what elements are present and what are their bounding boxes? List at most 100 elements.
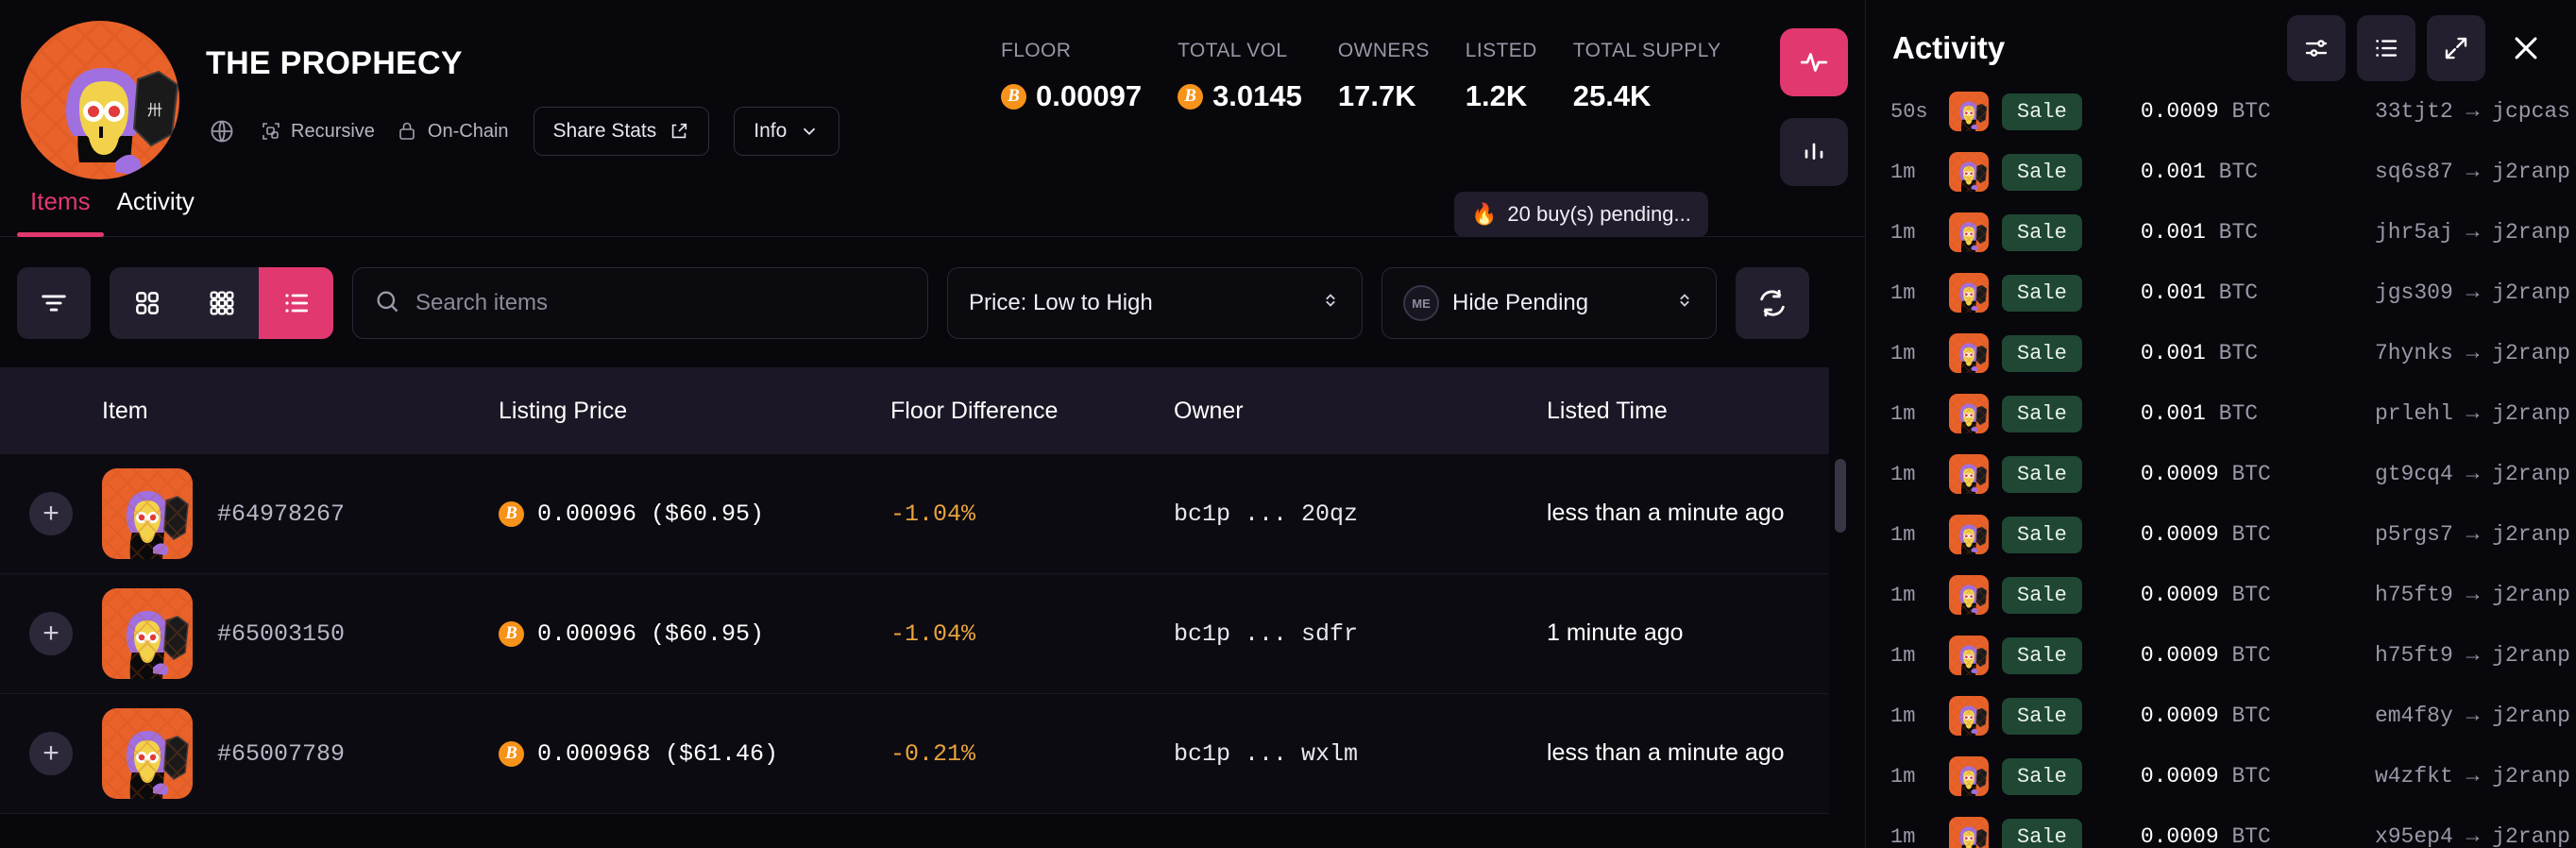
activity-transfer[interactable]: 33tjt2 → jcpcas xyxy=(2375,99,2570,124)
refresh-button[interactable] xyxy=(1736,267,1809,339)
activity-list: 50s Sale0.0009 BTC33tjt2 → jcpcas1m Sale… xyxy=(1866,81,2576,848)
activity-row[interactable]: 1m Sale0.0009 BTCh75ft9 → j2ranp xyxy=(1866,625,2576,686)
share-stats-button[interactable]: Share Stats xyxy=(534,107,710,156)
activity-settings-button[interactable] xyxy=(2287,15,2346,81)
info-button[interactable]: Info xyxy=(734,107,839,156)
pending-filter-select[interactable]: ME Hide Pending xyxy=(1381,267,1717,339)
activity-close-button[interactable] xyxy=(2497,15,2555,81)
activity-transfer[interactable]: h75ft9 → j2ranp xyxy=(2375,643,2570,668)
table-row[interactable]: + xyxy=(0,454,1829,574)
activity-row[interactable]: 1m Sale0.001 BTCsq6s87 → j2ranp xyxy=(1866,142,2576,202)
listing-price-cell: B 0.00096 ($60.95) xyxy=(499,620,890,648)
lock-icon xyxy=(396,120,419,144)
activity-list-button[interactable] xyxy=(2357,15,2415,81)
plus-icon[interactable]: + xyxy=(29,612,73,655)
item-id[interactable]: #65003150 xyxy=(217,620,345,648)
table-row[interactable]: + xyxy=(0,694,1829,814)
collection-title: THE PROPHECY xyxy=(206,45,839,82)
view-list-button[interactable] xyxy=(259,267,333,339)
activity-row[interactable]: 1m Sale0.001 BTC7hynks → j2ranp xyxy=(1866,323,2576,383)
column-header-listing-price: Listing Price xyxy=(499,398,890,425)
owner-value[interactable]: bc1p ... sdfr xyxy=(1174,620,1547,648)
activity-transfer[interactable]: jgs309 → j2ranp xyxy=(2375,280,2570,305)
item-id[interactable]: #65007789 xyxy=(217,740,345,768)
activity-row[interactable]: 1m Sale0.0009 BTCgt9cq4 → j2ranp xyxy=(1866,444,2576,504)
activity-currency: BTC xyxy=(2219,160,2258,184)
activity-row[interactable]: 1m Sale0.001 BTCjhr5aj → j2ranp xyxy=(1866,202,2576,263)
share-icon xyxy=(669,121,689,142)
filter-button[interactable] xyxy=(17,267,91,339)
bar-chart-button[interactable] xyxy=(1780,118,1848,186)
item-cell: #65003150 xyxy=(102,588,499,679)
activity-currency: BTC xyxy=(2231,462,2270,486)
info-label: Info xyxy=(754,120,787,143)
activity-transfer[interactable]: 7hynks → j2ranp xyxy=(2375,341,2570,365)
activity-thumbnail xyxy=(1949,696,1989,736)
activity-type-badge: Sale xyxy=(2002,577,2082,614)
activity-transfer[interactable]: jhr5aj → j2ranp xyxy=(2375,220,2570,245)
activity-type-badge: Sale xyxy=(2002,275,2082,312)
listed-time-value: 1 minute ago xyxy=(1547,617,1829,651)
activity-row[interactable]: 1m Sale0.0009 BTCw4zfkt → j2ranp xyxy=(1866,746,2576,806)
activity-transfer[interactable]: sq6s87 → j2ranp xyxy=(2375,160,2570,184)
sort-select[interactable]: Price: Low to High xyxy=(947,267,1363,339)
view-grid-large-button[interactable] xyxy=(110,267,184,339)
activity-row[interactable]: 50s Sale0.0009 BTC33tjt2 → jcpcas xyxy=(1866,81,2576,142)
activity-time: 1m xyxy=(1890,825,1943,848)
activity-transfer[interactable]: p5rgs7 → j2ranp xyxy=(2375,522,2570,547)
activity-pulse-button[interactable] xyxy=(1780,28,1848,96)
activity-transfer[interactable]: gt9cq4 → j2ranp xyxy=(2375,462,2570,486)
stat-owners-value: 17.7K xyxy=(1338,79,1430,113)
search-box[interactable] xyxy=(352,267,928,339)
grid-large-icon xyxy=(132,288,162,318)
table-scrollbar[interactable] xyxy=(1835,459,1846,533)
activity-currency: BTC xyxy=(2231,583,2270,607)
tab-items[interactable]: Items xyxy=(17,187,104,237)
listing-price-value: 0.00096 ($60.95) xyxy=(537,620,764,648)
chevron-down-icon xyxy=(799,121,820,142)
collection-header: 卅 THE PROPHECY xyxy=(0,0,1865,187)
search-input[interactable] xyxy=(415,290,907,316)
owner-value[interactable]: bc1p ... 20qz xyxy=(1174,500,1547,528)
activity-thumbnail xyxy=(1949,817,1989,848)
owner-value[interactable]: bc1p ... wxlm xyxy=(1174,740,1547,768)
stat-total-vol-value: 3.0145 xyxy=(1212,79,1302,113)
activity-currency: BTC xyxy=(2219,280,2258,305)
globe-icon[interactable] xyxy=(206,115,238,147)
search-icon xyxy=(374,288,400,319)
activity-expand-button[interactable] xyxy=(2427,15,2485,81)
table-row[interactable]: + xyxy=(0,574,1829,694)
column-header-listed-time: Listed Time xyxy=(1547,398,1829,425)
activity-row[interactable]: 1m Sale0.0009 BTCem4f8y → j2ranp xyxy=(1866,686,2576,746)
activity-transfer[interactable]: w4zfkt → j2ranp xyxy=(2375,764,2570,789)
items-table-wrapper: Item Listing Price Floor Difference Owne… xyxy=(0,367,1865,814)
activity-type-badge: Sale xyxy=(2002,93,2082,130)
activity-time: 1m xyxy=(1890,221,1943,245)
activity-row[interactable]: 1m Sale0.0009 BTCh75ft9 → j2ranp xyxy=(1866,565,2576,625)
badge-recursive: Recursive xyxy=(259,120,375,144)
activity-transfer[interactable]: prlehl → j2ranp xyxy=(2375,401,2570,426)
add-to-cart-cell: + xyxy=(0,732,102,775)
magic-eden-icon: ME xyxy=(1403,285,1439,321)
plus-icon[interactable]: + xyxy=(29,732,73,775)
activity-price: 0.0009 BTC xyxy=(2141,764,2271,789)
activity-transfer[interactable]: em4f8y → j2ranp xyxy=(2375,704,2570,728)
listing-price-value: 0.00096 ($60.95) xyxy=(537,500,764,528)
activity-price: 0.0009 BTC xyxy=(2141,99,2271,124)
add-to-cart-cell: + xyxy=(0,492,102,535)
plus-icon[interactable]: + xyxy=(29,492,73,535)
item-id[interactable]: #64978267 xyxy=(217,500,345,528)
activity-row[interactable]: 1m Sale0.0009 BTCx95ep4 → j2ranp xyxy=(1866,806,2576,848)
pending-filter-value: Hide Pending xyxy=(1452,290,1588,316)
activity-row[interactable]: 1m Sale0.0009 BTCp5rgs7 → j2ranp xyxy=(1866,504,2576,565)
btc-icon: B xyxy=(499,741,524,767)
view-grid-small-button[interactable] xyxy=(184,267,259,339)
activity-row[interactable]: 1m Sale0.001 BTCjgs309 → j2ranp xyxy=(1866,263,2576,323)
activity-transfer[interactable]: x95ep4 → j2ranp xyxy=(2375,824,2570,848)
tab-activity[interactable]: Activity xyxy=(104,187,208,237)
activity-row[interactable]: 1m Sale0.001 BTCprlehl → j2ranp xyxy=(1866,383,2576,444)
column-header-item: Item xyxy=(0,398,499,425)
btc-icon: B xyxy=(499,501,524,527)
activity-transfer[interactable]: h75ft9 → j2ranp xyxy=(2375,583,2570,607)
bar-chart-icon xyxy=(1799,137,1829,167)
